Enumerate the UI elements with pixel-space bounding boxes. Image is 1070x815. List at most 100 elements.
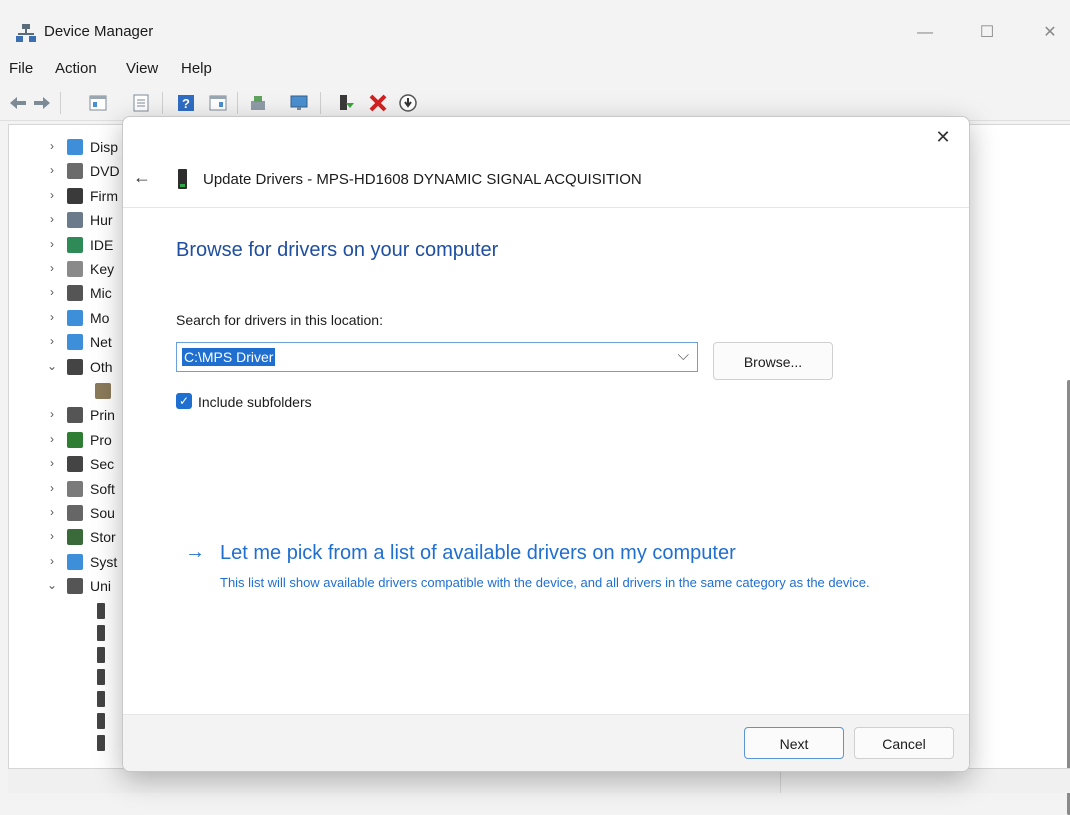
ide-controller-icon bbox=[67, 236, 83, 253]
dialog-title: Update Drivers - MPS-HD1608 DYNAMIC SIGN… bbox=[203, 171, 642, 188]
dialog-back-button[interactable]: ← bbox=[133, 167, 151, 188]
chevron-down-icon[interactable]: ⌄ bbox=[46, 578, 58, 592]
menu-view[interactable]: View bbox=[126, 60, 158, 77]
chevron-down-icon[interactable]: ⌵ bbox=[678, 347, 689, 364]
chevron-right-icon[interactable]: › bbox=[46, 456, 58, 470]
forward-icon[interactable] bbox=[32, 93, 52, 113]
arrow-right-icon[interactable]: → bbox=[185, 541, 205, 564]
system-devices-icon bbox=[67, 553, 83, 570]
next-button[interactable]: Next bbox=[744, 727, 844, 759]
firmware-icon bbox=[67, 187, 83, 204]
usb-device-icon bbox=[178, 169, 187, 189]
tree-item-label: Mic bbox=[90, 285, 112, 302]
window-title: Device Manager bbox=[44, 23, 154, 40]
chevron-right-icon[interactable]: › bbox=[46, 432, 58, 446]
dialog-close-button[interactable]: ✕ bbox=[931, 127, 955, 148]
toolbar-separator bbox=[237, 92, 238, 114]
maximize-button[interactable]: ☐ bbox=[967, 18, 1007, 48]
properties-icon[interactable] bbox=[131, 93, 151, 113]
chevron-right-icon[interactable]: › bbox=[46, 334, 58, 348]
minimize-button[interactable]: — bbox=[905, 18, 945, 48]
menu-file[interactable]: File bbox=[9, 60, 33, 77]
chevron-right-icon[interactable]: › bbox=[46, 139, 58, 153]
back-icon[interactable] bbox=[8, 93, 28, 113]
security-device-icon bbox=[67, 456, 83, 473]
cancel-button[interactable]: Cancel bbox=[854, 727, 954, 759]
tree-item-label: Stor bbox=[90, 529, 116, 546]
usb-device-icon bbox=[97, 602, 105, 619]
chevron-right-icon[interactable]: › bbox=[46, 285, 58, 299]
tree-item-label: Disp bbox=[90, 139, 119, 155]
tree-item-label: IDE bbox=[90, 236, 114, 253]
tree-item-label: Key bbox=[90, 261, 115, 277]
tree-item-label: Prin bbox=[90, 407, 115, 424]
toolbar-separator bbox=[320, 92, 321, 114]
chevron-right-icon[interactable]: › bbox=[46, 188, 58, 202]
update-driver-icon[interactable] bbox=[336, 93, 356, 113]
storage-controller-icon bbox=[67, 529, 83, 546]
toolbar-separator bbox=[162, 92, 163, 114]
usb-device-icon bbox=[97, 646, 105, 663]
usb-device-icon bbox=[97, 668, 105, 685]
chevron-right-icon[interactable]: › bbox=[46, 163, 58, 177]
pick-from-list-description: This list will show available drivers co… bbox=[220, 575, 870, 590]
chevron-right-icon[interactable]: › bbox=[46, 407, 58, 421]
show-hide-tree-icon[interactable] bbox=[88, 93, 108, 113]
dialog-heading: Browse for drivers on your computer bbox=[176, 239, 499, 261]
menu-action[interactable]: Action bbox=[55, 60, 97, 77]
processor-icon bbox=[67, 431, 83, 448]
chevron-right-icon[interactable]: › bbox=[46, 481, 58, 495]
pick-from-list-link[interactable]: Let me pick from a list of available dri… bbox=[220, 542, 736, 565]
disable-device-icon[interactable] bbox=[398, 93, 418, 113]
uninstall-icon[interactable] bbox=[368, 93, 388, 113]
usb-device-icon bbox=[97, 690, 105, 707]
dialog-footer: Next Cancel bbox=[123, 714, 969, 771]
chevron-down-icon[interactable]: ⌄ bbox=[46, 359, 58, 373]
tree-item-label: Syst bbox=[90, 553, 118, 570]
update-drivers-dialog: ✕ ← Update Drivers - MPS-HD1608 DYNAMIC … bbox=[122, 116, 970, 772]
chevron-right-icon[interactable]: › bbox=[46, 529, 58, 543]
driver-path-value[interactable]: C:\MPS Driver bbox=[182, 348, 276, 366]
tree-item-label: Pro bbox=[90, 431, 112, 448]
close-window-button[interactable]: ✕ bbox=[1030, 18, 1070, 48]
tree-item-label: Uni bbox=[90, 578, 112, 595]
chevron-right-icon[interactable]: › bbox=[46, 212, 58, 226]
toolbar-separator bbox=[60, 92, 61, 114]
display-adapter-icon bbox=[67, 139, 83, 155]
dialog-divider bbox=[123, 207, 969, 208]
network-adapter-icon bbox=[67, 334, 83, 351]
scan-hardware-icon[interactable] bbox=[248, 93, 268, 113]
chevron-right-icon[interactable]: › bbox=[46, 237, 58, 251]
hid-icon bbox=[67, 212, 83, 229]
tree-item-label: Oth bbox=[90, 358, 113, 375]
include-subfolders-label[interactable]: Include subfolders bbox=[198, 394, 312, 410]
search-location-label: Search for drivers in this location: bbox=[176, 312, 383, 328]
tree-item-label: Firm bbox=[90, 187, 118, 204]
browse-button[interactable]: Browse... bbox=[713, 342, 833, 380]
chevron-right-icon[interactable]: › bbox=[46, 310, 58, 324]
menu-help[interactable]: Help bbox=[181, 60, 212, 77]
print-queue-icon bbox=[67, 407, 83, 424]
usb-device-icon bbox=[97, 712, 105, 729]
chevron-right-icon[interactable]: › bbox=[46, 505, 58, 519]
usb-device-icon bbox=[97, 734, 105, 751]
driver-path-combobox[interactable]: C:\MPS Driver ⌵ bbox=[176, 342, 698, 372]
include-subfolders-checkbox[interactable]: ✓ bbox=[176, 393, 192, 409]
status-bar-divider bbox=[780, 769, 781, 793]
chevron-right-icon[interactable]: › bbox=[46, 261, 58, 275]
device-manager-app-icon bbox=[16, 24, 36, 42]
tree-item-label: DVD bbox=[90, 163, 120, 180]
menu-bar: File Action View Help bbox=[0, 58, 1070, 84]
chevron-right-icon[interactable]: › bbox=[46, 554, 58, 568]
tree-item-label: Sou bbox=[90, 505, 115, 521]
keyboard-icon bbox=[67, 261, 83, 277]
software-device-icon bbox=[67, 480, 83, 497]
tree-item-label: Soft bbox=[90, 480, 115, 497]
tree-item-label: Mo bbox=[90, 309, 110, 326]
help-icon[interactable]: ? bbox=[176, 93, 196, 113]
action-pane-icon[interactable] bbox=[208, 93, 228, 113]
monitor-icon[interactable] bbox=[289, 93, 309, 113]
usb-controller-icon bbox=[67, 578, 83, 595]
svg-text:?: ? bbox=[182, 96, 190, 111]
unknown-device-warning-icon bbox=[95, 383, 111, 399]
